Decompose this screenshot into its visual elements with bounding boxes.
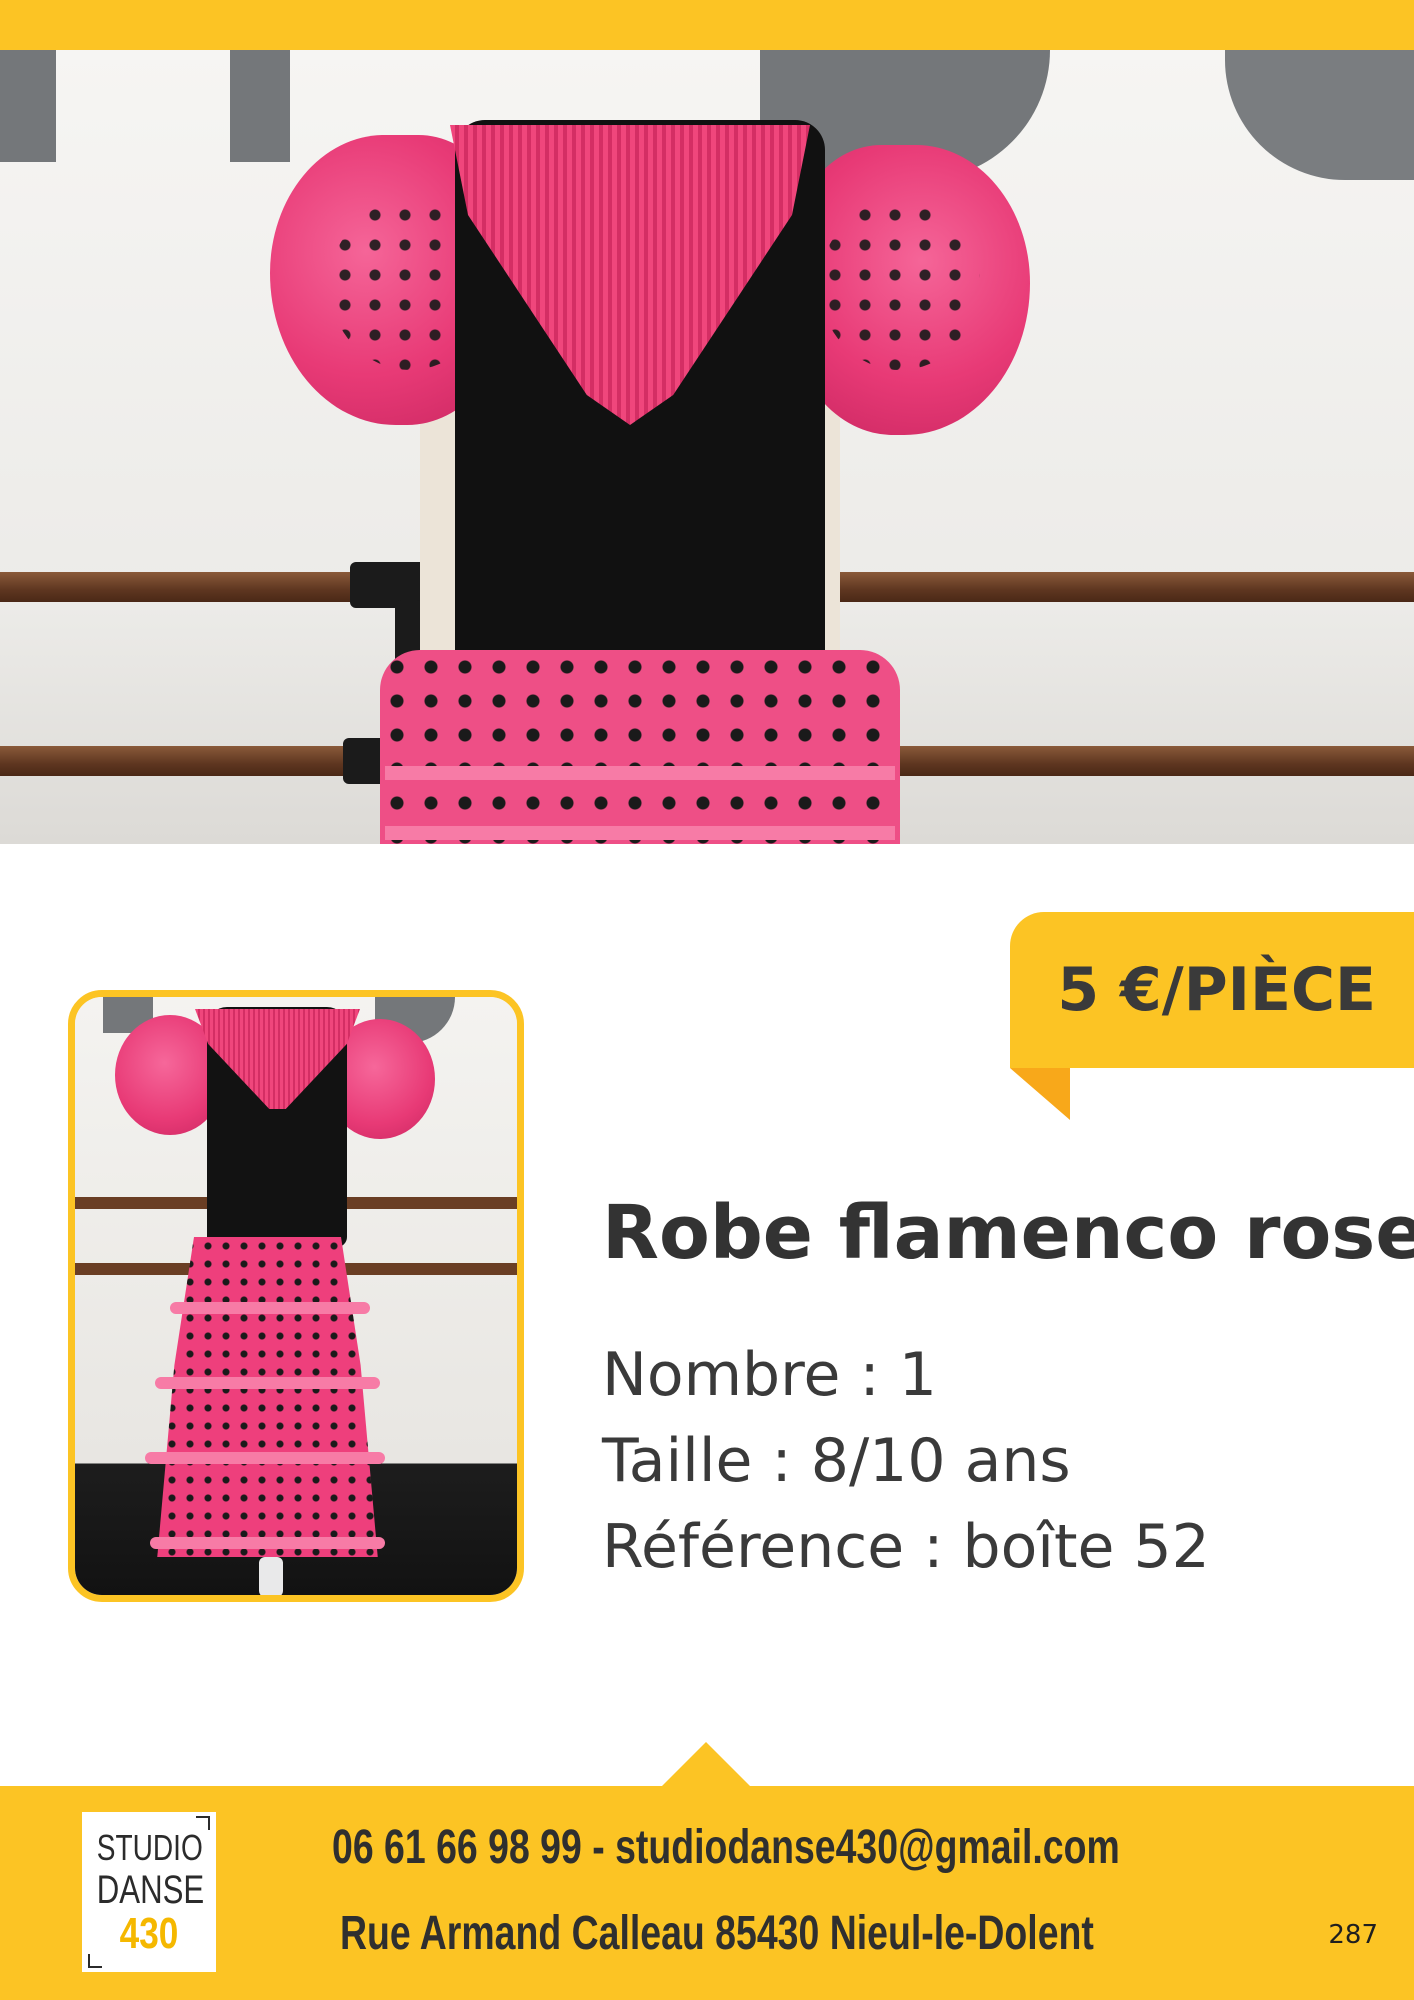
product-size: Taille : 8/10 ans — [602, 1426, 1071, 1496]
price-tag: 5 €/PIÈCE — [1010, 912, 1414, 1068]
product-count: Nombre : 1 — [602, 1340, 937, 1410]
skirt-ruffle-trim — [155, 1377, 380, 1389]
sleeve-dots — [820, 200, 980, 370]
skirt-ruffle-trim — [145, 1452, 385, 1464]
studio-danse-logo: STUDIO DANSE 430 — [82, 1812, 216, 1972]
wall-lettering — [230, 50, 290, 162]
page-number: 287 — [1328, 1920, 1378, 1950]
logo-corner-mark — [88, 1954, 102, 1968]
skirt-ruffle-trim — [150, 1537, 385, 1549]
product-title: Robe flamenco rose — [602, 1190, 1414, 1276]
studio-address: Rue Armand Calleau 85430 Nieul-le-Dolent — [340, 1907, 1094, 1960]
price-tag-fold — [1010, 1068, 1070, 1120]
logo-line-studio: STUDIO — [96, 1827, 203, 1868]
footer-notch — [662, 1742, 750, 1786]
skirt-ruffle-trim — [385, 766, 895, 780]
thumbnail-dress-photo — [68, 990, 524, 1602]
hero-dress-photo — [0, 50, 1414, 844]
logo-line-danse: DANSE — [96, 1868, 205, 1912]
mannequin-stand — [259, 1557, 283, 1595]
skirt-ruffle-trim — [170, 1302, 370, 1314]
contact-info: 06 61 66 98 99 - studiodanse430@gmail.co… — [332, 1821, 1120, 1874]
skirt-ruffle-trim — [385, 826, 895, 840]
logo-line-number: 430 — [119, 1909, 179, 1958]
polka-dot-skirt — [380, 650, 900, 844]
price-label: 5 €/PIÈCE — [1057, 955, 1376, 1025]
wall-lettering — [0, 50, 56, 162]
product-reference: Référence : boîte 52 — [602, 1512, 1210, 1582]
top-accent-band — [0, 0, 1414, 50]
